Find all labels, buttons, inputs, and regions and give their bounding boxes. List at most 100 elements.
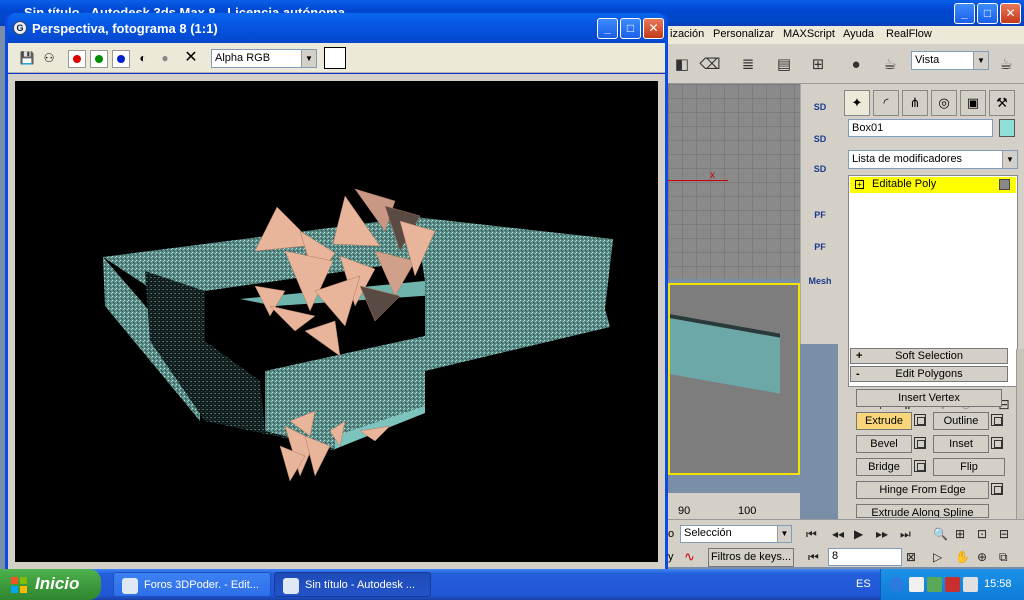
stack-item-editable-poly[interactable]: + Editable Poly bbox=[850, 177, 1016, 193]
blue-channel-toggle[interactable] bbox=[112, 50, 130, 68]
outline-button[interactable]: Outline bbox=[933, 412, 989, 430]
hierarchy-tab-icon[interactable]: ⋔ bbox=[902, 90, 928, 116]
eraser-icon[interactable]: ⌫ bbox=[698, 52, 722, 76]
channel-display-select[interactable]: Alpha RGB ▼ bbox=[211, 49, 317, 68]
menu-item-ayuda[interactable]: Ayuda bbox=[843, 28, 874, 40]
key-mode-icon[interactable]: ∿ bbox=[684, 549, 695, 565]
main-close-button[interactable]: ✕ bbox=[1000, 3, 1021, 24]
orbit-icon[interactable]: ⊕ bbox=[977, 550, 987, 564]
viewport-perspective[interactable] bbox=[668, 283, 800, 475]
bridge-button[interactable]: Bridge bbox=[856, 458, 912, 476]
bevel-button[interactable]: Bevel bbox=[856, 435, 912, 453]
key-mode-toggle-icon[interactable]: ⏮ bbox=[808, 550, 819, 565]
hinge-settings-button[interactable] bbox=[991, 483, 1003, 495]
motion-tab-icon[interactable]: ◎ bbox=[931, 90, 957, 116]
create-tab-icon[interactable]: ✦ bbox=[844, 90, 870, 116]
flip-button[interactable]: Flip bbox=[933, 458, 1005, 476]
pan-icon[interactable]: ✋ bbox=[955, 550, 970, 564]
menu-item-ization[interactable]: ización bbox=[670, 28, 704, 40]
tray-app-icon[interactable] bbox=[945, 577, 960, 592]
play-icon[interactable]: ▶ bbox=[854, 527, 863, 541]
quick-render-icon[interactable]: ☕ bbox=[994, 52, 1018, 76]
outline-settings-button[interactable] bbox=[991, 414, 1003, 426]
sd-button[interactable]: SD bbox=[807, 126, 833, 152]
modify-tab-icon[interactable]: ◜ bbox=[873, 90, 899, 116]
zoom-extents-icon[interactable]: ⊡ bbox=[977, 527, 987, 541]
field-of-view-icon[interactable]: ▷ bbox=[933, 550, 942, 564]
bevel-settings-button[interactable] bbox=[914, 437, 926, 449]
time-ruler[interactable]: 90 100 bbox=[668, 493, 800, 519]
rollout-edit-polygons[interactable]: - Edit Polygons bbox=[850, 366, 1008, 382]
pf-button[interactable]: PF bbox=[807, 234, 833, 260]
antivirus-icon[interactable] bbox=[927, 577, 942, 592]
back-arrow-icon[interactable] bbox=[889, 577, 904, 592]
render-close-button[interactable]: ✕ bbox=[643, 18, 664, 39]
sd-button[interactable]: SD bbox=[807, 156, 833, 182]
extrude-along-spline-button[interactable]: Extrude Along Spline bbox=[856, 504, 989, 518]
key-filters-button[interactable]: Filtros de keys... bbox=[708, 548, 794, 567]
menu-item-personalizar[interactable]: Personalizar bbox=[713, 28, 774, 40]
tray-app-icon[interactable] bbox=[909, 577, 924, 592]
current-frame-field[interactable]: 8 bbox=[828, 548, 902, 566]
taskbar-item-3dsmax[interactable]: Sin título - Autodesk ... bbox=[274, 572, 431, 597]
clear-icon[interactable]: ✕ bbox=[182, 49, 200, 67]
zoom-icon[interactable]: 🔍 bbox=[933, 527, 948, 541]
go-to-end-icon[interactable]: ⏭ bbox=[900, 527, 911, 542]
inset-settings-button[interactable] bbox=[991, 437, 1003, 449]
render-viewport-select[interactable]: Vista ▼ bbox=[911, 51, 989, 70]
render-scene-icon[interactable]: ☕ bbox=[878, 52, 902, 76]
toggle-icon[interactable] bbox=[999, 179, 1010, 190]
previous-frame-icon[interactable]: ◂◂ bbox=[832, 527, 844, 541]
alpha-channel-icon[interactable]: ◐ bbox=[134, 49, 152, 67]
green-channel-toggle[interactable] bbox=[90, 50, 108, 68]
named-selection-dropdown[interactable]: Selección ▼ bbox=[680, 525, 792, 543]
utilities-tab-icon[interactable]: ⚒ bbox=[989, 90, 1015, 116]
material-editor-icon[interactable]: ● bbox=[844, 52, 868, 76]
clone-icon[interactable]: ⚇ bbox=[40, 49, 58, 67]
network-icon[interactable] bbox=[963, 577, 978, 592]
taskbar: Inicio Foros 3DPoder. - Edit... Sin títu… bbox=[0, 569, 1024, 600]
zoom-all-icon[interactable]: ⊞ bbox=[955, 527, 965, 541]
track-view-icon[interactable]: ▤ bbox=[772, 52, 796, 76]
bridge-settings-button[interactable] bbox=[914, 460, 926, 472]
extrude-settings-button[interactable] bbox=[914, 414, 926, 426]
extrude-button[interactable]: Extrude bbox=[856, 412, 912, 430]
red-channel-toggle[interactable] bbox=[68, 50, 86, 68]
object-color-swatch[interactable] bbox=[999, 119, 1015, 137]
go-to-start-icon[interactable]: ⏮ bbox=[806, 527, 817, 542]
inset-button[interactable]: Inset bbox=[933, 435, 989, 453]
pf-button[interactable]: PF bbox=[807, 202, 833, 228]
time-config-icon[interactable]: ⊠ bbox=[906, 550, 916, 564]
insert-vertex-button[interactable]: Insert Vertex bbox=[856, 389, 1002, 407]
hinge-from-edge-button[interactable]: Hinge From Edge bbox=[856, 481, 989, 499]
expand-icon[interactable]: + bbox=[855, 180, 864, 189]
render-maximize-button[interactable]: □ bbox=[620, 18, 641, 39]
main-minimize-button[interactable]: _ bbox=[954, 3, 975, 24]
mirror-icon[interactable]: ◧ bbox=[670, 52, 694, 76]
save-icon[interactable]: 💾 bbox=[18, 49, 36, 67]
render-minimize-button[interactable]: _ bbox=[597, 18, 618, 39]
render-window-titlebar[interactable]: G Perspectiva, fotograma 8 (1:1) _ □ ✕ bbox=[8, 13, 665, 43]
command-panel-scrollbar[interactable] bbox=[1016, 349, 1024, 519]
schematic-icon[interactable]: ⊞ bbox=[806, 52, 830, 76]
monochrome-icon[interactable]: ● bbox=[156, 49, 174, 67]
viewport-top[interactable]: x bbox=[668, 84, 800, 279]
menu-item-realflow[interactable]: RealFlow bbox=[886, 28, 932, 40]
modifier-list-dropdown[interactable]: Lista de modificadores ▼ bbox=[848, 150, 1018, 169]
menu-item-maxscript[interactable]: MAXScript bbox=[783, 28, 835, 40]
object-name-field[interactable]: Box01 bbox=[848, 119, 993, 137]
layers-icon[interactable]: ≣ bbox=[736, 52, 760, 76]
rollout-soft-selection[interactable]: + Soft Selection bbox=[850, 348, 1008, 364]
language-indicator[interactable]: ES bbox=[856, 578, 871, 590]
display-tab-icon[interactable]: ▣ bbox=[960, 90, 986, 116]
zoom-extents-all-icon[interactable]: ⊟ bbox=[999, 527, 1009, 541]
mesh-button[interactable]: Mesh bbox=[807, 268, 833, 294]
main-maximize-button[interactable]: □ bbox=[977, 3, 998, 24]
maximize-viewport-icon[interactable]: ⧉ bbox=[999, 550, 1008, 565]
next-frame-icon[interactable]: ▸▸ bbox=[876, 527, 888, 541]
clock[interactable]: 15:58 bbox=[984, 578, 1012, 590]
sd-button[interactable]: SD bbox=[807, 94, 833, 120]
start-button[interactable]: Inicio bbox=[0, 569, 101, 600]
taskbar-item-browser[interactable]: Foros 3DPoder. - Edit... bbox=[113, 572, 271, 597]
taskbar-item-label: Foros 3DPoder. - Edit... bbox=[144, 579, 259, 591]
